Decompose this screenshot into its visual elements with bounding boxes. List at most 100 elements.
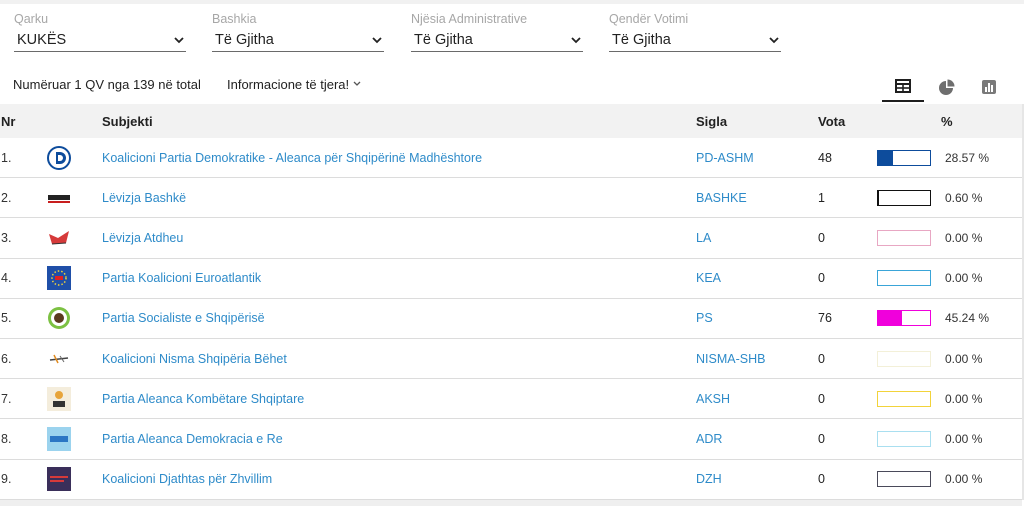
party-sigla-link[interactable]: KEA (696, 271, 721, 285)
vote-count: 1 (818, 190, 825, 205)
row-number: 6. (1, 351, 12, 366)
table-row: 7. Partia Aleanca Kombëtare Shqiptare AK… (0, 379, 1022, 420)
table-header: Nr Subjekti Sigla Vota % (0, 104, 1022, 138)
qender-votimi-select[interactable]: Të Gjitha (609, 28, 781, 52)
party-sigla-link[interactable]: ADR (696, 432, 722, 446)
percent-value: 45.24 % (945, 311, 990, 326)
row-number: 7. (1, 391, 12, 406)
table-row: 6. Koalicioni Nisma Shqipëria Bëhet NISM… (0, 338, 1022, 380)
chevron-down-icon (353, 81, 361, 86)
percent-bar (877, 270, 931, 287)
select-value: Të Gjitha (414, 32, 473, 48)
counted-info: Numëruar 1 QV nga 139 në total (13, 77, 201, 92)
percent-bar (877, 430, 931, 447)
chevron-down-icon (372, 37, 382, 44)
dzh-logo-icon (47, 467, 71, 492)
filter-label: Njësia Administrative (411, 12, 528, 26)
more-info-toggle[interactable]: Informacione të tjera! (227, 77, 361, 93)
row-number: 8. (1, 431, 12, 446)
chevron-down-icon (769, 37, 779, 44)
percent-value: 0.00 % (945, 431, 983, 446)
bashke-logo-icon (48, 194, 70, 203)
vote-count: 0 (818, 431, 825, 446)
party-name-link[interactable]: Partia Aleanca Kombëtare Shqiptare (102, 392, 304, 406)
vote-count: 76 (818, 311, 832, 326)
percent-value: 28.57 % (945, 150, 990, 165)
filter-label: Qarku (14, 12, 49, 26)
percent-value: 0.00 % (945, 472, 983, 487)
aksh-logo-icon (47, 386, 71, 411)
percent-bar (877, 149, 931, 166)
party-sigla-link[interactable]: AKSH (696, 392, 730, 406)
party-name-link[interactable]: Partia Socialiste e Shqipërisë (102, 311, 265, 325)
filter-njesia: Njësia Administrative Të Gjitha (411, 11, 583, 52)
party-name-link[interactable]: Partia Koalicioni Euroatlantik (102, 271, 261, 285)
filter-label: Bashkia (212, 12, 257, 26)
party-name-link[interactable]: Partia Aleanca Demokracia e Re (102, 432, 283, 446)
ps-logo-icon (48, 307, 70, 330)
percent-bar (877, 390, 931, 407)
filter-bashkia: Bashkia Të Gjitha (212, 11, 384, 52)
results-table: Nr Subjekti Sigla Vota % 1. Koalicioni P… (0, 104, 1022, 500)
percent-bar (877, 350, 931, 367)
party-sigla-link[interactable]: NISMA-SHB (696, 352, 765, 366)
row-number: 4. (1, 271, 12, 286)
nisma-logo-icon (49, 354, 69, 363)
njesia-select[interactable]: Të Gjitha (411, 28, 583, 52)
party-sigla-link[interactable]: LA (696, 231, 711, 245)
table-row: 2. Lëvizja Bashkë BASHKE 1 0.60 % (0, 178, 1022, 219)
percent-bar (877, 471, 931, 488)
adr-logo-icon (47, 426, 71, 451)
party-name-link[interactable]: Koalicioni Partia Demokratike - Aleanca … (102, 151, 482, 165)
vote-count: 0 (818, 230, 825, 245)
party-sigla-link[interactable]: PD-ASHM (696, 151, 754, 165)
pie-view-button[interactable] (925, 72, 967, 102)
qarku-select[interactable]: KUKËS (14, 28, 186, 52)
pd-logo-icon (47, 145, 71, 170)
table-row: 3. Lëvizja Atdheu LA 0 0.00 % (0, 218, 1022, 259)
percent-value: 0.00 % (945, 391, 983, 406)
percent-value: 0.00 % (945, 230, 983, 245)
percent-bar-fill (878, 311, 902, 326)
row-number: 2. (1, 190, 12, 205)
bashkia-select[interactable]: Të Gjitha (212, 28, 384, 52)
header-sigla: Sigla (696, 114, 728, 129)
vote-count: 0 (818, 271, 825, 286)
party-name-link[interactable]: Koalicioni Nisma Shqipëria Bëhet (102, 352, 287, 366)
filter-label: Qendër Votimi (609, 12, 689, 26)
pie-chart-icon (938, 79, 954, 95)
percent-bar-fill (878, 150, 893, 165)
vote-count: 0 (818, 472, 825, 487)
more-info-label: Informacione të tjera! (227, 77, 350, 92)
party-sigla-link[interactable]: BASHKE (696, 191, 747, 205)
chevron-down-icon (174, 37, 184, 44)
percent-bar (877, 310, 931, 327)
percent-bar (877, 229, 931, 246)
party-sigla-link[interactable]: PS (696, 311, 713, 325)
percent-value: 0.60 % (945, 190, 983, 205)
table-row: 9. Koalicioni Djathtas për Zhvillim DZH … (0, 459, 1022, 500)
select-value: Të Gjitha (612, 32, 671, 48)
party-name-link[interactable]: Koalicioni Djathtas për Zhvillim (102, 472, 272, 486)
percent-value: 0.00 % (945, 351, 983, 366)
percent-bar (877, 189, 931, 206)
table-icon (895, 79, 911, 93)
filter-qarku: Qarku KUKËS (14, 11, 186, 52)
party-name-link[interactable]: Lëvizja Bashkë (102, 191, 186, 205)
select-value: KUKËS (17, 32, 67, 48)
table-view-button[interactable] (882, 72, 924, 102)
row-number: 9. (1, 472, 12, 487)
percent-value: 0.00 % (945, 271, 983, 286)
row-number: 3. (1, 230, 12, 245)
bar-chart-icon (982, 80, 996, 94)
table-row: 8. Partia Aleanca Demokracia e Re ADR 0 … (0, 419, 1022, 460)
vote-count: 48 (818, 150, 832, 165)
bar-view-button[interactable] (968, 72, 1010, 102)
party-sigla-link[interactable]: DZH (696, 472, 722, 486)
party-name-link[interactable]: Lëvizja Atdheu (102, 231, 183, 245)
table-body: 1. Koalicioni Partia Demokratike - Alean… (0, 138, 1022, 500)
kea-logo-icon (47, 266, 71, 291)
select-value: Të Gjitha (215, 32, 274, 48)
table-row: 1. Koalicioni Partia Demokratike - Alean… (0, 138, 1022, 179)
header-subject: Subjekti (102, 114, 153, 129)
